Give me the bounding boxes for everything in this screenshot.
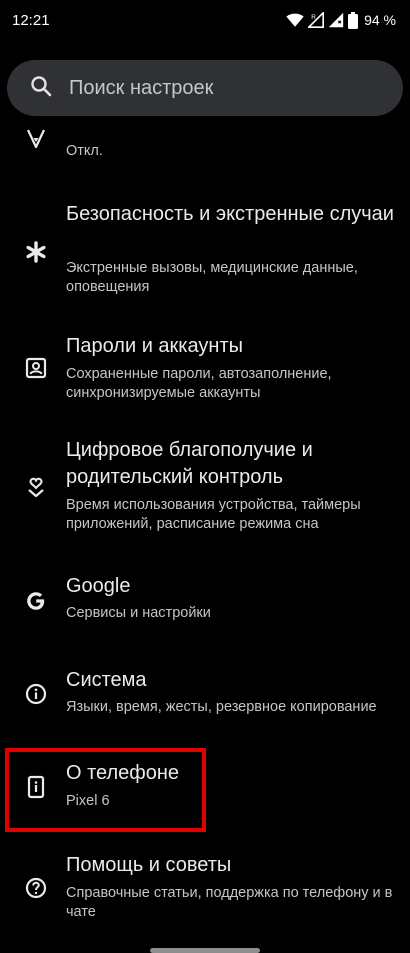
settings-item-safety[interactable]: Безопасность и экстренные случаи Экстрен… [0, 192, 410, 316]
status-time: 12:21 [12, 11, 50, 29]
settings-item-summary: Сервисы и настройки [66, 605, 211, 621]
settings-item-summary: Время использования устройства, таймеры … [66, 497, 361, 532]
settings-item-summary: Языки, время, жесты, резервное копирован… [66, 699, 377, 715]
signal-icon [328, 12, 344, 28]
navigation-handle[interactable] [150, 948, 260, 953]
settings-item-summary: Экстренные вызовы, медицинские данные, о… [66, 260, 358, 295]
settings-item-help[interactable]: Помощь и советы Справочные статьи, подде… [0, 850, 410, 950]
status-icons: R 94 % [286, 11, 396, 29]
battery-percentage: 94 % [364, 12, 396, 28]
settings-item-passwords[interactable]: Пароли и аккаунты Сохраненные пароли, ав… [0, 332, 410, 420]
settings-item-system[interactable]: Система Языки, время, жесты, резервное к… [0, 666, 410, 730]
help-icon [24, 876, 48, 900]
account-box-icon [24, 356, 48, 380]
google-icon [24, 589, 48, 613]
settings-item-title: Система [66, 669, 147, 691]
status-bar: 12:21 R 94 % [0, 0, 410, 40]
settings-item-summary: Справочные статьи, поддержка по телефону… [66, 885, 393, 920]
settings-item-wellbeing[interactable]: Цифровое благополучие и родительский кон… [0, 436, 410, 556]
settings-item-about-phone[interactable]: О телефоне Pixel 6 [0, 758, 410, 822]
asterisk-icon [24, 240, 48, 264]
settings-item-location[interactable]: Откл. [0, 126, 410, 182]
svg-text:R: R [311, 14, 316, 21]
signal-roaming-icon: R [308, 12, 325, 28]
search-icon [29, 74, 53, 103]
settings-item-summary: Pixel 6 [66, 793, 110, 809]
wifi-icon [286, 12, 304, 28]
location-icon [24, 127, 48, 151]
settings-item-google[interactable]: Google Сервисы и настройки [0, 572, 410, 636]
settings-item-title: Безопасность и экстренные случаи [66, 203, 394, 225]
settings-item-title: О телефоне [66, 762, 180, 784]
search-bar[interactable] [7, 60, 403, 116]
settings-list: Откл. Безопасность и экстренные случаи Э… [0, 126, 410, 953]
settings-item-title: Цифровое благополучие и родительский кон… [66, 439, 313, 488]
wellbeing-icon [24, 475, 48, 499]
search-input[interactable] [69, 76, 369, 100]
phone-info-icon [24, 775, 48, 799]
settings-item-summary: Сохраненные пароли, автозаполнение, синх… [66, 366, 332, 401]
settings-item-title: Помощь и советы [66, 854, 232, 876]
battery-icon [348, 11, 359, 29]
settings-item-title: Google [66, 575, 131, 597]
settings-item-summary: Откл. [66, 143, 103, 159]
info-icon [24, 682, 48, 706]
settings-item-title: Пароли и аккаунты [66, 335, 243, 357]
